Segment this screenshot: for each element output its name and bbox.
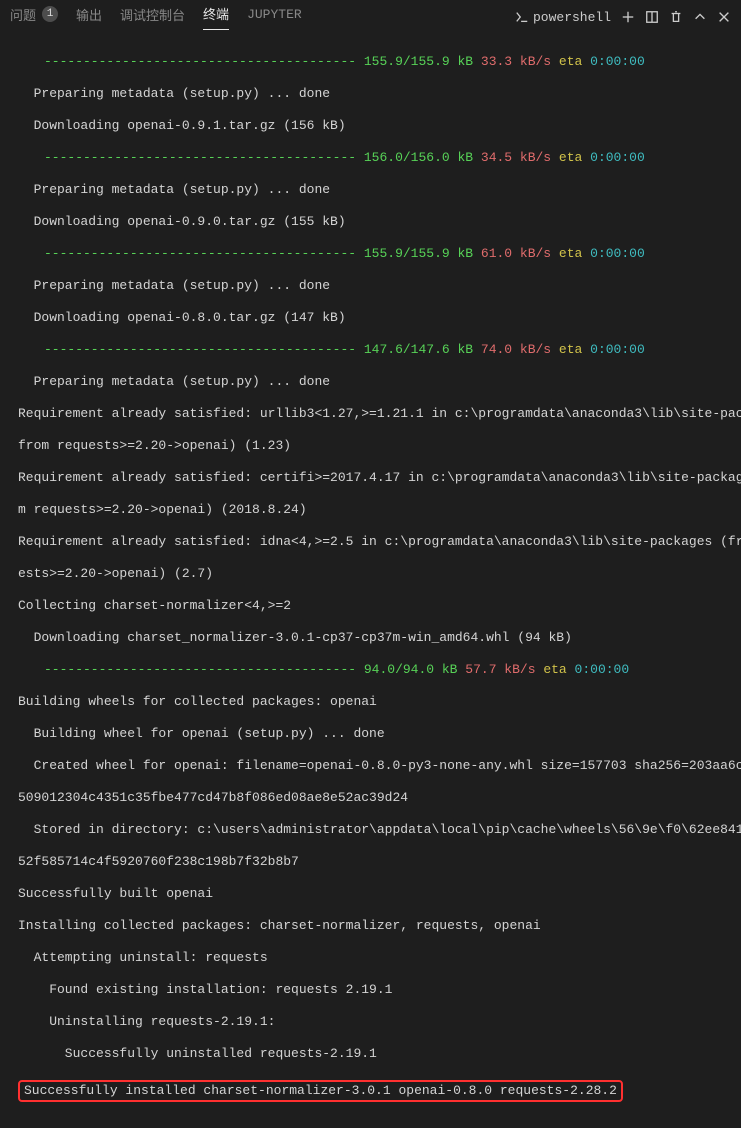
progress-size: 147.6/147.6 kB <box>364 342 473 357</box>
progress-eta-label: eta <box>559 150 582 165</box>
progress-dash: ---------------------------------------- <box>44 662 364 677</box>
log-line: Preparing metadata (setup.py) ... done <box>18 374 731 390</box>
problems-count-badge: 1 <box>42 6 58 22</box>
terminal-shell-selector[interactable]: powershell <box>515 10 611 25</box>
terminal-output[interactable]: ----------------------------------------… <box>0 34 741 1128</box>
tab-label: 调试控制台 <box>120 5 185 24</box>
progress-rate: 61.0 kB/s <box>481 246 551 261</box>
progress-eta: 0:00:00 <box>575 662 630 677</box>
trash-icon <box>669 10 683 24</box>
log-line: m requests>=2.20->openai) (2018.8.24) <box>18 502 731 518</box>
log-line: Preparing metadata (setup.py) ... done <box>18 86 731 102</box>
progress-eta-label: eta <box>543 662 566 677</box>
shell-name: powershell <box>533 10 611 25</box>
maximize-panel-button[interactable] <box>693 10 707 24</box>
split-terminal-button[interactable] <box>645 10 659 24</box>
progress-eta-label: eta <box>559 246 582 261</box>
log-line: Created wheel for openai: filename=opena… <box>18 758 731 774</box>
new-terminal-button[interactable] <box>621 10 635 24</box>
highlighted-success-line: Successfully installed charset-normalize… <box>18 1080 623 1102</box>
split-icon <box>645 10 659 24</box>
progress-size: 156.0/156.0 kB <box>364 150 473 165</box>
progress-rate: 57.7 kB/s <box>465 662 535 677</box>
tab-terminal[interactable]: 终端 <box>203 4 229 30</box>
progress-rate: 34.5 kB/s <box>481 150 551 165</box>
log-line: Downloading charset_normalizer-3.0.1-cp3… <box>18 630 731 646</box>
plus-icon <box>621 10 635 24</box>
progress-size: 94.0/94.0 kB <box>364 662 458 677</box>
log-line: Preparing metadata (setup.py) ... done <box>18 182 731 198</box>
tab-label: JUPYTER <box>247 7 302 22</box>
progress-rate: 33.3 kB/s <box>481 54 551 69</box>
log-line: Downloading openai-0.9.1.tar.gz (156 kB) <box>18 118 731 134</box>
progress-eta: 0:00:00 <box>590 246 645 261</box>
progress-dash: ---------------------------------------- <box>44 54 364 69</box>
progress-eta: 0:00:00 <box>590 342 645 357</box>
progress-eta: 0:00:00 <box>590 54 645 69</box>
progress-eta: 0:00:00 <box>590 150 645 165</box>
terminal-icon <box>515 10 529 24</box>
log-line: Requirement already satisfied: idna<4,>=… <box>18 534 731 550</box>
panel-tab-bar: 问题 1 输出 调试控制台 终端 JUPYTER powershell <box>0 0 741 34</box>
kill-terminal-button[interactable] <box>669 10 683 24</box>
log-line: ests>=2.20->openai) (2.7) <box>18 566 731 582</box>
progress-size: 155.9/155.9 kB <box>364 54 473 69</box>
log-line: Preparing metadata (setup.py) ... done <box>18 278 731 294</box>
log-line: Stored in directory: c:\users\administra… <box>18 822 731 838</box>
tab-label: 终端 <box>203 4 229 23</box>
log-line: Collecting charset-normalizer<4,>=2 <box>18 598 731 614</box>
progress-rate: 74.0 kB/s <box>481 342 551 357</box>
tab-label: 输出 <box>76 5 102 24</box>
progress-dash: ---------------------------------------- <box>44 342 364 357</box>
log-line: 509012304c4351c35fbe477cd47b8f086ed08ae8… <box>18 790 731 806</box>
log-line: Downloading openai-0.8.0.tar.gz (147 kB) <box>18 310 731 326</box>
tab-debug-console[interactable]: 调试控制台 <box>120 5 185 30</box>
progress-eta-label: eta <box>559 54 582 69</box>
log-line: Successfully installed charset-normalize… <box>24 1083 617 1098</box>
progress-eta-label: eta <box>559 342 582 357</box>
close-panel-button[interactable] <box>717 10 731 24</box>
tab-problems[interactable]: 问题 1 <box>10 5 58 30</box>
log-line: Found existing installation: requests 2.… <box>18 982 731 998</box>
tab-label: 问题 <box>10 5 36 24</box>
progress-dash: ---------------------------------------- <box>44 150 364 165</box>
log-line: Building wheel for openai (setup.py) ...… <box>18 726 731 742</box>
tab-jupyter[interactable]: JUPYTER <box>247 7 302 28</box>
log-line: Attempting uninstall: requests <box>18 950 731 966</box>
log-line: Installing collected packages: charset-n… <box>18 918 731 934</box>
log-line: Successfully built openai <box>18 886 731 902</box>
log-line: 52f585714c4f5920760f238c198b7f32b8b7 <box>18 854 731 870</box>
log-line: Requirement already satisfied: certifi>=… <box>18 470 731 486</box>
log-line: Downloading openai-0.9.0.tar.gz (155 kB) <box>18 214 731 230</box>
log-line: Building wheels for collected packages: … <box>18 694 731 710</box>
terminal-toolbar: powershell <box>515 10 731 25</box>
log-line: Successfully uninstalled requests-2.19.1 <box>18 1046 731 1062</box>
tab-output[interactable]: 输出 <box>76 5 102 30</box>
log-line: Uninstalling requests-2.19.1: <box>18 1014 731 1030</box>
chevron-up-icon <box>693 10 707 24</box>
close-icon <box>717 10 731 24</box>
progress-size: 155.9/155.9 kB <box>364 246 473 261</box>
log-line: from requests>=2.20->openai) (1.23) <box>18 438 731 454</box>
panel-tabs: 问题 1 输出 调试控制台 终端 JUPYTER <box>10 4 302 30</box>
progress-dash: ---------------------------------------- <box>44 246 364 261</box>
log-line: Requirement already satisfied: urllib3<1… <box>18 406 731 422</box>
